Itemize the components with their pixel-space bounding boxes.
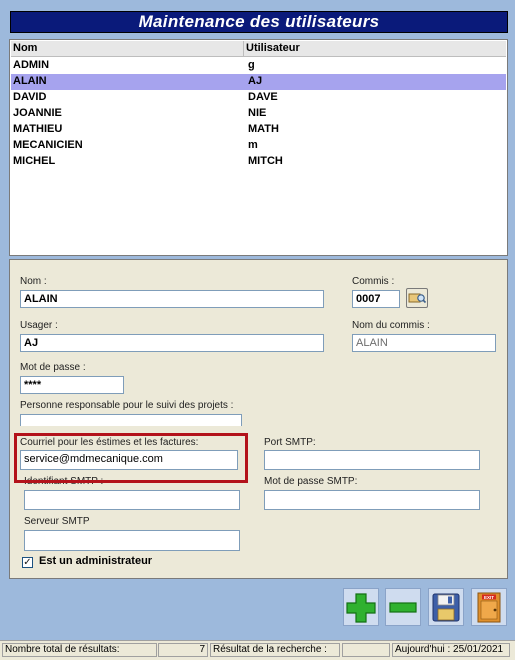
row-utilisateur: g bbox=[248, 59, 255, 71]
row-nom: ALAIN bbox=[13, 75, 47, 87]
row-nom: DAVID bbox=[13, 91, 47, 103]
list-header: Nom Utilisateur bbox=[11, 41, 506, 57]
list-row[interactable]: JOANNIE NIE bbox=[11, 106, 506, 122]
commis-field[interactable]: 0007 bbox=[352, 290, 400, 308]
minus-icon bbox=[389, 602, 417, 613]
list-rows: ADMIN g ALAIN AJ DAVID DAVE JOANNIE NIE … bbox=[11, 58, 506, 170]
row-utilisateur: MATH bbox=[248, 123, 279, 135]
plus-icon bbox=[346, 593, 376, 623]
nom-commis-label: Nom du commis : bbox=[352, 320, 430, 331]
row-nom: MECANICIEN bbox=[13, 139, 83, 151]
port-smtp-field[interactable] bbox=[264, 450, 480, 470]
list-row[interactable]: MECANICIEN m bbox=[11, 138, 506, 154]
port-smtp-label: Port SMTP: bbox=[264, 437, 316, 448]
admin-checkbox-label[interactable]: Est un administrateur bbox=[39, 555, 152, 567]
remove-button[interactable] bbox=[385, 588, 421, 626]
mot-de-passe-label: Mot de passe : bbox=[20, 362, 86, 373]
search-results-label: Résultat de la recherche : bbox=[210, 643, 340, 657]
row-nom: JOANNIE bbox=[13, 107, 62, 119]
row-utilisateur: MITCH bbox=[248, 155, 283, 167]
serveur-smtp-field[interactable] bbox=[24, 530, 240, 551]
row-utilisateur: NIE bbox=[248, 107, 267, 119]
today-date: Aujourd'hui : 25/01/2021 bbox=[392, 643, 510, 657]
commis-lookup-button[interactable] bbox=[406, 288, 428, 308]
responsable-field[interactable] bbox=[20, 414, 242, 426]
search-results-value bbox=[342, 643, 390, 657]
nom-field[interactable]: ALAIN bbox=[20, 290, 324, 308]
lookup-icon bbox=[408, 293, 427, 304]
row-nom: MATHIEU bbox=[13, 123, 63, 135]
list-row[interactable]: MICHEL MITCH bbox=[11, 154, 506, 170]
identifiant-smtp-label: Identifiant SMTP : bbox=[24, 476, 104, 487]
mot-de-passe-smtp-label: Mot de passe SMTP: bbox=[264, 476, 358, 487]
exit-sign-text: EXIT bbox=[484, 595, 494, 600]
exit-button[interactable]: EXIT bbox=[471, 588, 507, 626]
save-button[interactable] bbox=[428, 588, 464, 626]
commis-label: Commis : bbox=[352, 276, 395, 287]
usager-field[interactable]: AJ bbox=[20, 334, 324, 352]
add-button[interactable] bbox=[343, 588, 379, 626]
total-results-value: 7 bbox=[158, 643, 208, 657]
row-utilisateur: AJ bbox=[248, 75, 263, 87]
window-title: Maintenance des utilisateurs bbox=[10, 11, 508, 33]
user-maintenance-window: Maintenance des utilisateurs Nom Utilisa… bbox=[0, 0, 515, 660]
users-list[interactable]: Nom Utilisateur ADMIN g ALAIN AJ DAVID D… bbox=[9, 39, 508, 256]
column-divider[interactable] bbox=[243, 41, 244, 56]
list-row[interactable]: DAVID DAVE bbox=[11, 90, 506, 106]
row-utilisateur: DAVE bbox=[248, 91, 278, 103]
serveur-smtp-label: Serveur SMTP bbox=[24, 516, 90, 527]
nom-label: Nom : bbox=[20, 276, 47, 287]
responsable-label: Personne responsable pour le suivi des p… bbox=[20, 400, 234, 411]
row-utilisateur: m bbox=[248, 139, 258, 151]
nom-commis-field: ALAIN bbox=[352, 334, 496, 352]
floppy-disk-icon bbox=[432, 593, 460, 622]
exit-door-icon: EXIT bbox=[477, 592, 501, 623]
status-bar: Nombre total de résultats: 7 Résultat de… bbox=[0, 640, 515, 660]
row-nom: ADMIN bbox=[13, 59, 50, 71]
mot-de-passe-field[interactable]: **** bbox=[20, 376, 124, 394]
mot-de-passe-smtp-field[interactable] bbox=[264, 490, 480, 510]
identifiant-smtp-field[interactable] bbox=[24, 490, 240, 510]
row-nom: MICHEL bbox=[13, 155, 56, 167]
list-row[interactable]: ADMIN g bbox=[11, 58, 506, 74]
list-row[interactable]: MATHIEU MATH bbox=[11, 122, 506, 138]
admin-checkbox[interactable]: ✓ bbox=[22, 557, 33, 568]
total-results-label: Nombre total de résultats: bbox=[2, 643, 157, 657]
column-header-utilisateur[interactable]: Utilisateur bbox=[246, 42, 300, 54]
courriel-field[interactable]: service@mdmecanique.com bbox=[20, 450, 238, 470]
column-header-nom[interactable]: Nom bbox=[13, 42, 37, 54]
list-row-selected[interactable]: ALAIN AJ bbox=[11, 74, 506, 90]
usager-label: Usager : bbox=[20, 320, 58, 331]
courriel-label: Courriel pour les éstimes et les facture… bbox=[20, 437, 199, 448]
